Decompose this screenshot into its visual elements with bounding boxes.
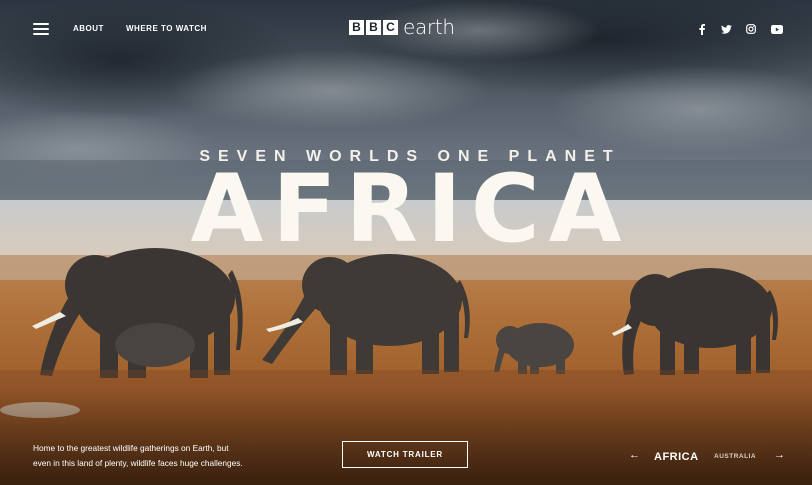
arrow-right-icon[interactable]: → (774, 449, 785, 461)
description-line: Home to the greatest wildlife gatherings… (33, 443, 229, 453)
instagram-icon[interactable] (744, 22, 758, 36)
arrow-left-icon[interactable]: ← (629, 449, 640, 461)
nav-link-where-to-watch[interactable]: WHERE TO WATCH (126, 24, 207, 33)
next-region-link[interactable]: AUSTRALIA (714, 453, 756, 460)
menu-line (33, 33, 49, 35)
twitter-icon[interactable] (719, 22, 733, 36)
watch-trailer-button[interactable]: WATCH TRAILER (342, 441, 468, 468)
hamburger-menu-icon[interactable] (33, 23, 49, 35)
logo-wordmark: earth (403, 15, 455, 39)
youtube-icon[interactable] (770, 22, 784, 36)
top-navigation-bar: ABOUT WHERE TO WATCH B B C earth (0, 0, 812, 60)
logo-letter-c: C (383, 19, 398, 35)
bbc-earth-logo[interactable]: B B C earth (349, 17, 455, 37)
nav-link-about[interactable]: ABOUT (73, 24, 104, 33)
hero-description: Home to the greatest wildlife gatherings… (33, 441, 263, 471)
menu-line (33, 28, 49, 30)
hero-page: ABOUT WHERE TO WATCH B B C earth SEVEN W… (0, 0, 812, 485)
current-region-label: AFRICA (654, 451, 699, 463)
description-line: even in this land of plenty, wildlife fa… (33, 458, 243, 468)
region-headline: AFRICA (190, 155, 631, 264)
logo-letter-b: B (366, 19, 381, 35)
logo-letter-b: B (349, 19, 364, 35)
facebook-icon[interactable] (695, 22, 709, 36)
menu-line (33, 23, 49, 25)
